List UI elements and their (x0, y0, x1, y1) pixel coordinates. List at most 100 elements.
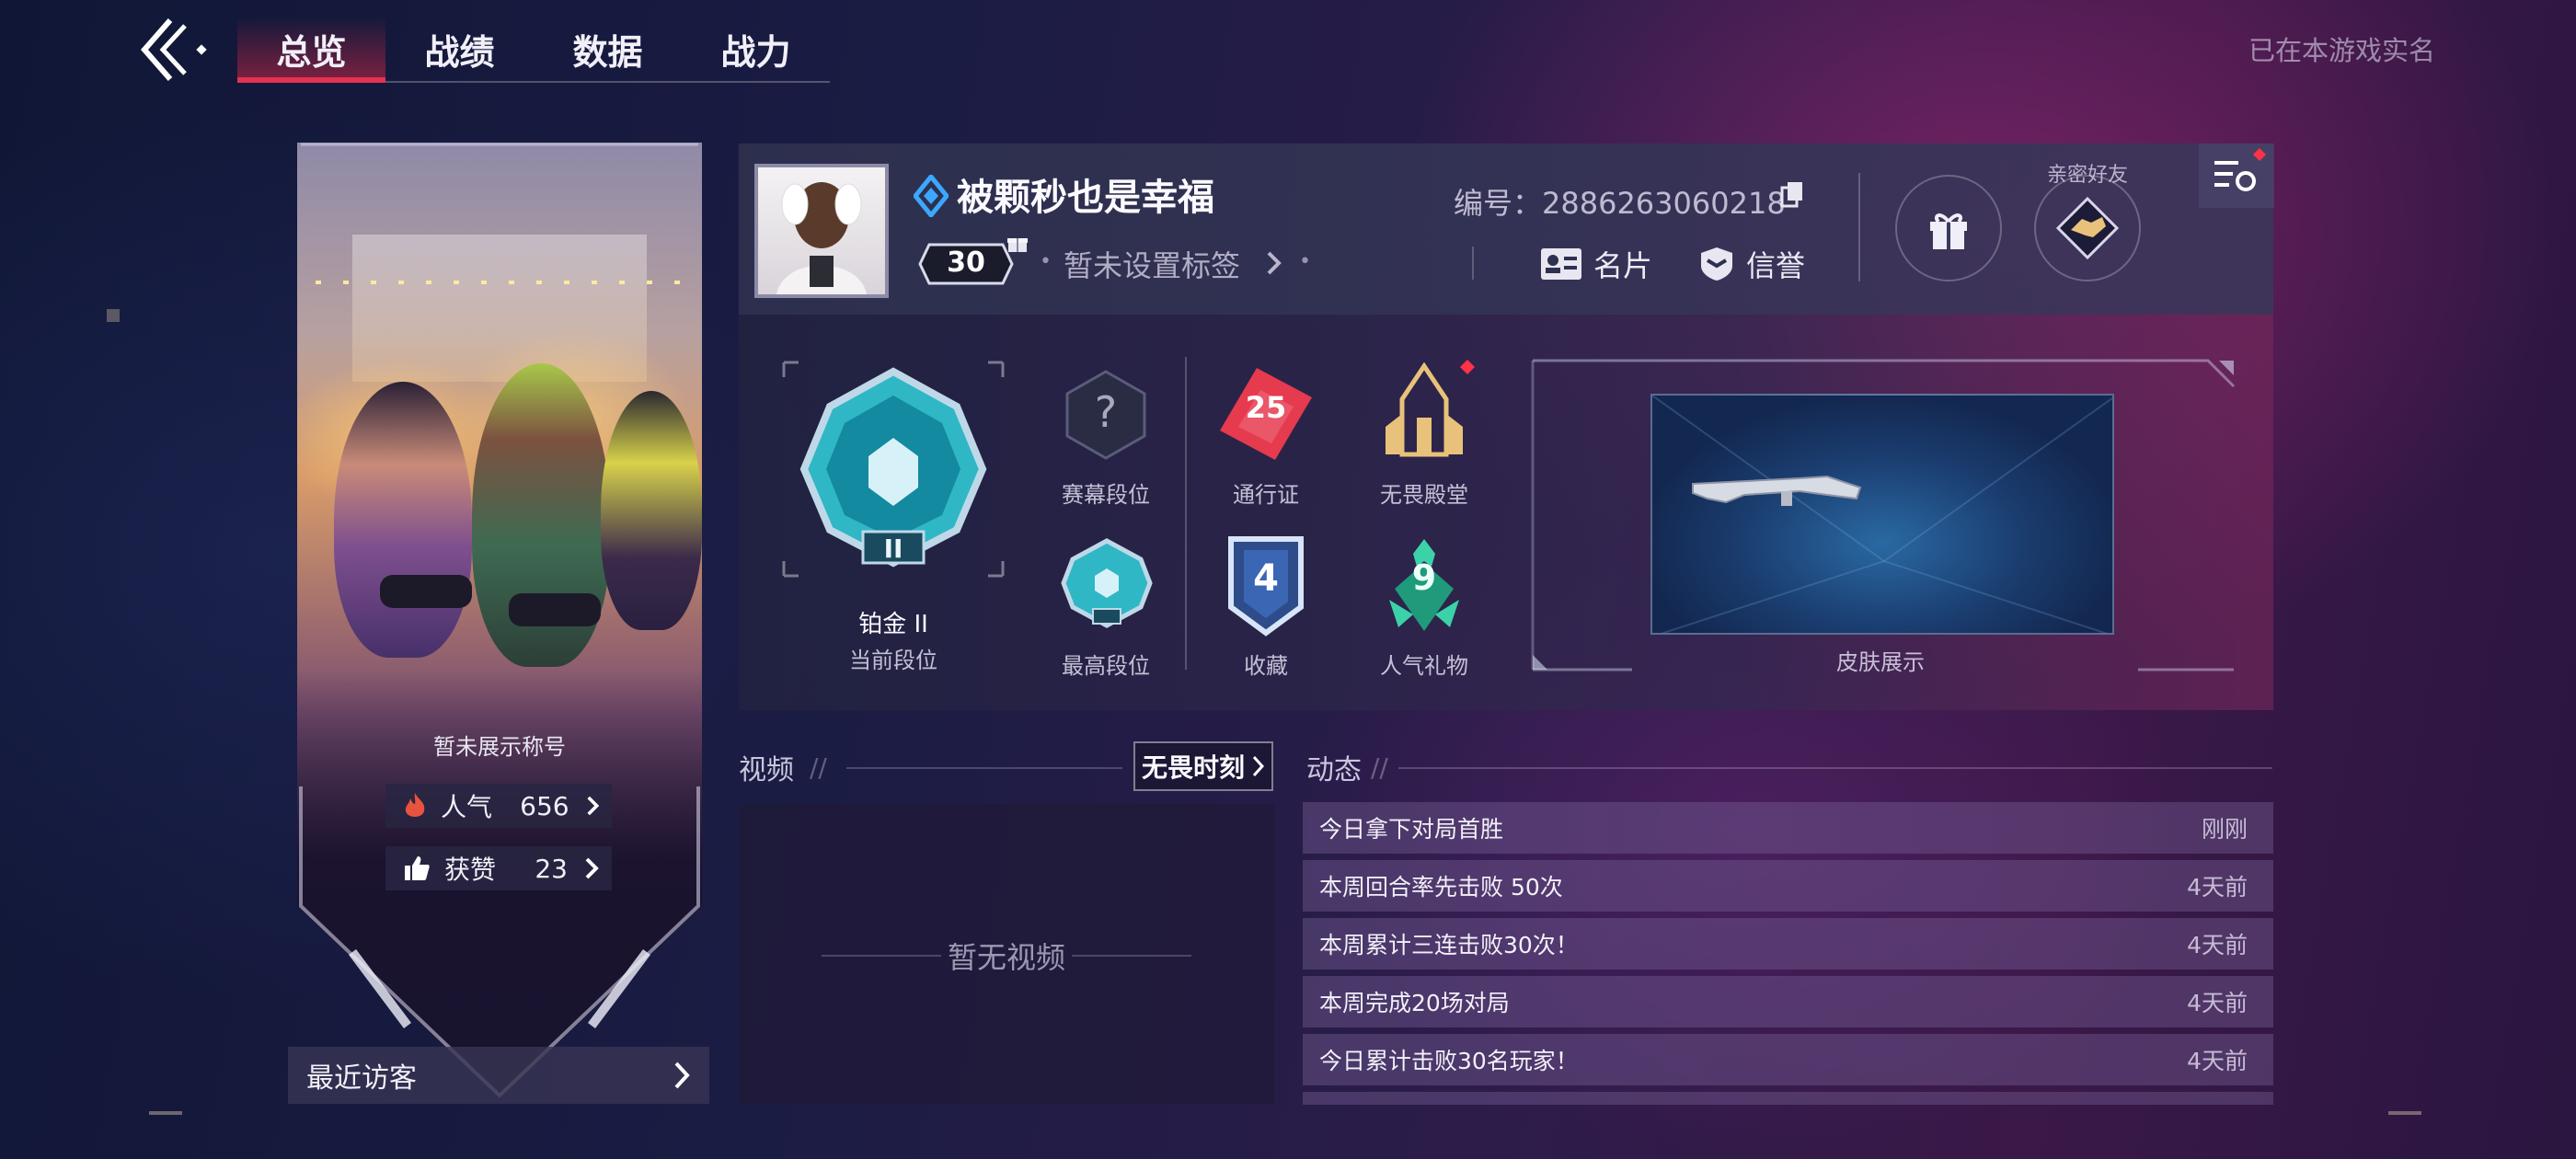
title-slash: // (1371, 752, 1388, 783)
season-rank-caption: 赛幕段位 (1062, 482, 1150, 508)
feed-item[interactable]: 今日累计击败30名玩家！ 4天前 (1303, 1034, 2273, 1085)
tab-overview[interactable]: 总览 (237, 17, 385, 83)
svg-text:?: ? (1095, 387, 1117, 437)
feed-item-partial (1303, 1092, 2273, 1105)
hero-title-text: 暂未展示称号 (433, 734, 566, 760)
season-rank-button[interactable]: ? (1058, 366, 1154, 462)
skin-panel-lines (1652, 396, 2112, 633)
valor-hall-caption: 无畏殿堂 (1380, 482, 1468, 508)
feed-item-time: 4天前 (2187, 990, 2248, 1016)
handshake-icon (2055, 196, 2120, 260)
notification-dot (1460, 360, 1475, 374)
title-slash: // (810, 752, 827, 783)
credit-label: 信誉 (1746, 248, 1806, 283)
highest-rank-caption: 最高段位 (1062, 653, 1150, 679)
feed-item-text: 本周回合率先击败 50次 (1319, 874, 1563, 901)
fire-icon (398, 791, 431, 820)
question-icon: ? (1065, 370, 1146, 460)
decor-mark (149, 1111, 182, 1115)
tag-dot: • (1299, 250, 1311, 273)
realname-status: 已在本游戏实名 (2248, 35, 2435, 66)
feed-item[interactable]: 本周累计三连击败30次！ 4天前 (1303, 918, 2273, 970)
feed-item[interactable]: 今日拿下对局首胜 刚刚 (1303, 802, 2273, 854)
tag-text: 暂未设置标签 (1064, 248, 1241, 283)
decor-mark (107, 309, 120, 322)
popularity-label: 人气 (440, 792, 492, 822)
temple-icon (1386, 361, 1463, 457)
current-rank-caption: 当前段位 (849, 648, 937, 673)
decor-mark (2388, 1111, 2421, 1115)
feed-item-time: 刚刚 (2201, 816, 2248, 843)
tab-record[interactable]: 战绩 (385, 17, 534, 81)
feed-item-time: 4天前 (2187, 932, 2248, 958)
likes-stat[interactable]: 获赞 23 (385, 846, 612, 890)
chevron-right-icon (1252, 755, 1265, 777)
feed-item[interactable]: 本周回合率先击败 50次 4天前 (1303, 860, 2273, 912)
feed-item[interactable]: 本周完成20场对局 4天前 (1303, 976, 2273, 1027)
valor-hall-button[interactable] (1373, 361, 1476, 465)
video-section-line (846, 767, 1122, 769)
player-level: 30 (947, 247, 985, 279)
likes-value: 23 (535, 853, 568, 884)
tab-power[interactable]: 战力 (682, 17, 830, 81)
chevron-right-icon (1267, 251, 1282, 275)
popular-gift-caption: 人气礼物 (1380, 653, 1468, 679)
rifle-icon (1692, 475, 1862, 506)
name-card-label: 名片 (1593, 248, 1653, 283)
thumb-up-icon (398, 855, 435, 882)
chevron-right-icon (585, 857, 599, 879)
id-card-icon (1541, 248, 1581, 280)
chevron-right-icon (674, 1061, 690, 1089)
copy-icon[interactable] (1780, 180, 1804, 208)
recent-visitors-button[interactable]: 最近访客 (288, 1047, 709, 1104)
highest-rank-emblem (1061, 538, 1153, 628)
diamond-rank-icon (914, 175, 949, 217)
divider (1472, 247, 1474, 280)
main-tabs: 总览 战绩 数据 战力 (237, 17, 830, 83)
collection-value: 4 (1253, 557, 1279, 600)
likes-label: 获赞 (444, 855, 497, 885)
popularity-value: 656 (520, 790, 569, 821)
feed-item-text: 本周完成20场对局 (1319, 990, 1510, 1016)
tab-data[interactable]: 数据 (534, 17, 682, 81)
feed-item-text: 今日累计击败30名玩家！ (1319, 1048, 1579, 1074)
player-uid: 编号：2886263060218 (1454, 186, 1786, 221)
tag-setting[interactable]: 暂未设置标签 (1064, 243, 1282, 285)
highest-rank-button[interactable] (1058, 535, 1156, 631)
divider (1858, 173, 1860, 281)
gift-button[interactable] (1895, 175, 2002, 281)
brave-moments-button[interactable]: 无畏时刻 (1133, 741, 1273, 791)
chevron-right-icon (587, 796, 599, 816)
intimate-friend-button[interactable] (2034, 175, 2141, 281)
hero-card-frame (299, 143, 700, 1098)
collection-caption: 收藏 (1244, 653, 1288, 679)
gift-small-icon (1007, 238, 1028, 252)
back-button[interactable] (129, 13, 221, 86)
feed-section-title: 动态 (1306, 754, 1362, 786)
avatar[interactable] (754, 164, 889, 298)
name-card-button[interactable]: 名片 (1540, 241, 1652, 287)
recent-visitors-label: 最近访客 (306, 1062, 417, 1095)
tag-dot: • (1040, 250, 1052, 273)
popular-gift-value: 9 (1411, 557, 1437, 598)
gift-icon (1930, 213, 1967, 249)
battle-pass-caption: 通行证 (1233, 482, 1299, 508)
video-section-title: 视频 (739, 754, 794, 786)
current-rank-name: 铂金 II (858, 611, 928, 638)
back-icon (141, 18, 207, 81)
notification-dot (2253, 148, 2266, 161)
feed-item-text: 今日拿下对局首胜 (1319, 816, 1504, 843)
feed-section-line (1398, 767, 2272, 769)
feed-item-time: 4天前 (2187, 1048, 2248, 1074)
popularity-stat[interactable]: 人气 656 (385, 784, 612, 828)
feed-item-time: 4天前 (2187, 874, 2248, 901)
skin-display[interactable] (1650, 394, 2114, 635)
player-nickname: 被颗秒也是幸福 (957, 177, 1214, 219)
skin-display-caption: 皮肤展示 (1836, 649, 1925, 675)
shield-icon (1701, 247, 1732, 281)
no-video-text: 暂无视频 (947, 940, 1065, 975)
current-rank-roman: II (883, 534, 903, 564)
brave-moments-label: 无畏时刻 (1141, 752, 1245, 783)
divider (1185, 357, 1187, 670)
credit-button[interactable]: 信誉 (1698, 241, 1805, 287)
